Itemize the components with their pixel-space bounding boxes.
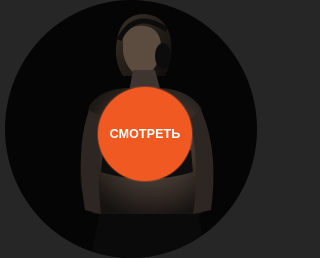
video-card: СМОТРЕТЬ	[0, 0, 263, 258]
video-preview[interactable]: СМОТРЕТЬ	[5, 0, 257, 258]
play-button-label: СМОТРЕТЬ	[109, 127, 181, 141]
play-button[interactable]: СМОТРЕТЬ	[98, 87, 192, 181]
